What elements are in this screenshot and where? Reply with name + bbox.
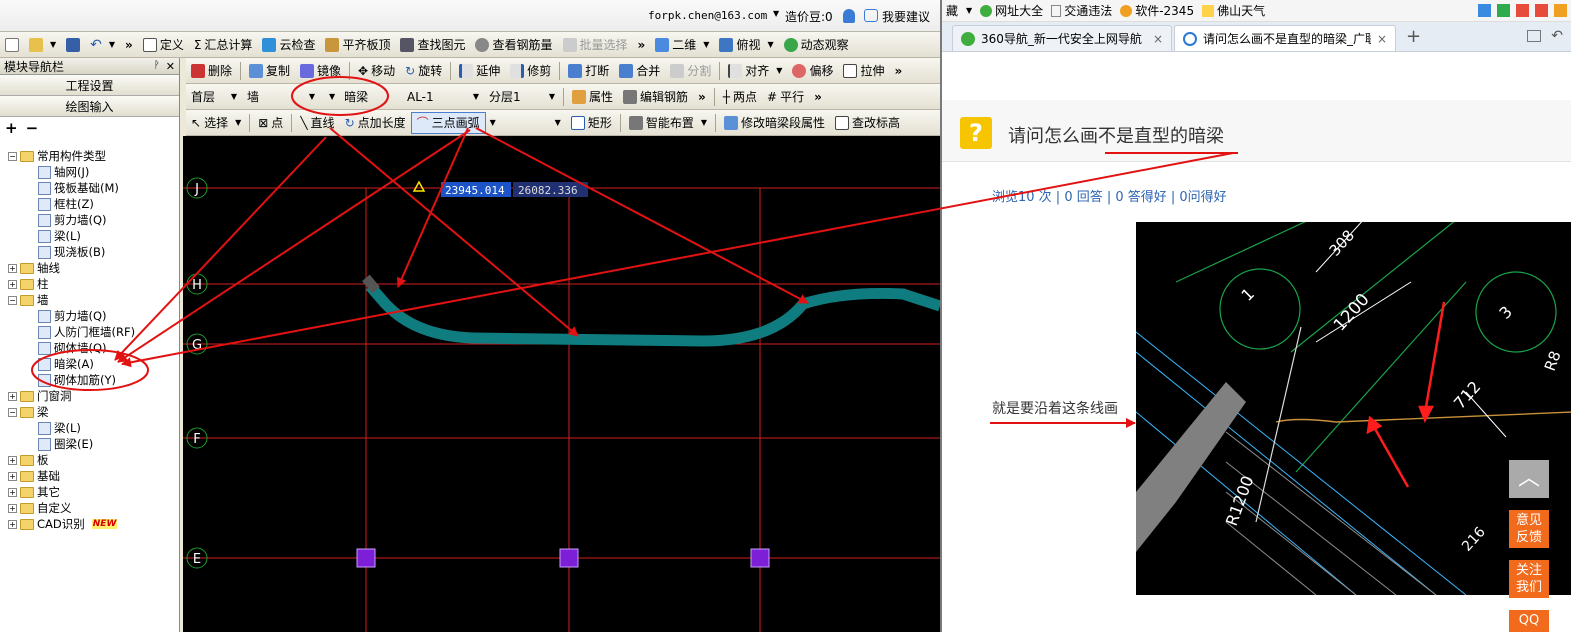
annotation-arrow-to-beam-start [397,127,469,288]
annotation-overlay [31,76,1238,428]
annotation-arrow-from-question [121,152,1234,368]
annotation-arrow-arc-to-tree [117,129,471,363]
annotation-arrow-to-beam-curve [475,127,809,304]
annotation-arrow-line-to-tree [114,136,327,361]
annotation-ellipse-tree [31,349,149,391]
annotation-ellipse-component [291,76,389,116]
